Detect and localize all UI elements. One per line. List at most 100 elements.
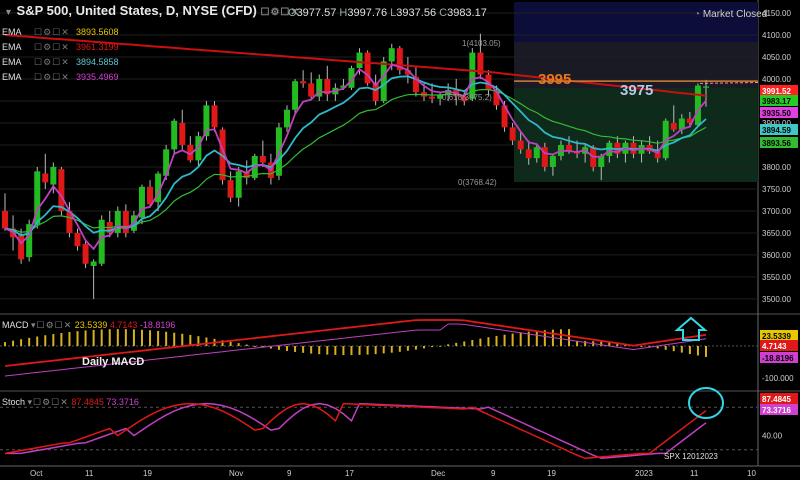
ema-row-1[interactable]: EMA ☐⚙☐✕ 3893.5608	[2, 27, 119, 39]
macd-label[interactable]: MACD ▾☐⚙☐✕ 23.5339 4.7143 -18.8196	[2, 320, 175, 331]
candle-down	[179, 122, 186, 145]
macd-hist-bar	[310, 346, 313, 354]
macd-hist-bar	[374, 346, 377, 355]
macd-hist-bar	[36, 336, 39, 346]
candle-down	[308, 83, 315, 97]
candle-up	[703, 86, 709, 88]
macd-hist-bar	[535, 330, 538, 346]
candle-down	[42, 173, 49, 183]
macd-tag: 4.7143	[762, 342, 787, 351]
macd-hist-bar	[140, 329, 143, 346]
macd-hist-bar	[132, 329, 135, 346]
candle-down	[211, 105, 218, 128]
macd-hist-bar	[447, 344, 450, 346]
macd-tag: -18.8196	[762, 354, 794, 363]
macd-hist-bar	[245, 344, 248, 346]
macd-hist-bar	[4, 342, 6, 346]
candle-down	[2, 210, 8, 229]
candle-up	[284, 109, 291, 128]
macd-hist-bar	[181, 333, 184, 346]
macd-hist-bar	[688, 346, 691, 355]
macd-hist-bar	[390, 346, 393, 353]
ema-row-3[interactable]: EMA ☐⚙☐✕ 3894.5858	[2, 57, 119, 69]
candle-down	[300, 81, 307, 84]
chart-title: ▼ S&P 500, United States, D, NYSE (CFD) …	[4, 3, 300, 18]
y-tick-label: 3750.00	[762, 185, 791, 194]
candle-down	[82, 243, 89, 264]
macd-hist-bar	[108, 329, 111, 346]
candle-up	[380, 61, 387, 101]
ohlc-readout: O3977.57 H3997.76 L3937.56 C3983.17	[288, 7, 487, 19]
price-tag: 3894.59	[762, 126, 791, 135]
macd-hist-bar	[157, 330, 160, 346]
candle-up	[90, 261, 97, 266]
candle-down	[670, 122, 677, 130]
macd-hist-bar	[439, 345, 442, 347]
y-tick-label: 3600.00	[762, 251, 791, 260]
macd-hist-bar	[229, 341, 232, 346]
stoch-controls-icon[interactable]: ▾☐⚙☐✕	[28, 397, 69, 407]
macd-hist-bar	[431, 346, 434, 348]
x-tick-label: 11	[85, 469, 94, 478]
macd-hist-bar	[124, 329, 127, 346]
macd-hist-bar	[52, 334, 55, 346]
ema-row-4[interactable]: EMA ☐⚙☐✕ 3935.4969	[2, 72, 119, 84]
macd-annotation: Daily MACD	[82, 356, 145, 368]
level-label-3975: 3975	[620, 82, 653, 99]
candle-down	[517, 140, 524, 150]
stoch-label[interactable]: Stoch ▾☐⚙☐✕ 87.4845 73.3716	[2, 397, 139, 408]
macd-hist-bar	[471, 340, 474, 346]
price-tag: 3935.50	[762, 109, 791, 118]
ema-controls-icon[interactable]: ☐⚙☐✕	[34, 27, 76, 38]
candle-up	[694, 85, 701, 126]
candle-up	[235, 171, 242, 198]
candle-down	[429, 96, 436, 99]
candle-down	[122, 210, 129, 233]
macd-hist-bar	[253, 345, 256, 347]
y-tick-label: 4000.00	[762, 75, 791, 84]
macd-hist-bar	[68, 332, 71, 346]
price-tag: 3983.17	[762, 97, 791, 106]
macd-hist-bar	[60, 332, 63, 346]
macd-tick: -100.000	[762, 374, 794, 383]
macd-hist-bar	[350, 346, 353, 356]
symbol-title: S&P 500, United States, D, NYSE (CFD)	[16, 3, 257, 18]
candlestick-chart: 4150.004100.004050.004000.003950.003900.…	[0, 0, 800, 478]
macd-hist-bar	[326, 346, 329, 355]
macd-hist-bar	[455, 342, 458, 346]
x-tick-label: 9	[287, 469, 292, 478]
ema-controls-icon[interactable]: ☐⚙☐✕	[34, 72, 76, 83]
dropdown-icon[interactable]: ▼	[4, 7, 13, 17]
macd-hist-bar	[487, 337, 490, 346]
candle-down	[227, 180, 234, 198]
macd-hist-bar	[406, 346, 409, 351]
ema-controls-icon[interactable]: ☐⚙☐✕	[34, 42, 76, 53]
ema-controls-icon[interactable]: ☐⚙☐✕	[34, 57, 76, 68]
candle-up	[171, 120, 178, 150]
x-tick-label: Nov	[229, 469, 243, 478]
macd-hist-bar	[116, 329, 119, 346]
candle-down	[525, 149, 532, 159]
macd-hist-bar	[294, 346, 297, 352]
market-status: ◔ Market Closed	[694, 9, 768, 20]
macd-controls-icon[interactable]: ▾☐⚙☐✕	[31, 320, 72, 330]
macd-hist-bar	[92, 329, 95, 346]
macd-hist-bar	[696, 346, 699, 356]
ema-row-2[interactable]: EMA ☐⚙☐✕ 3961.3199	[2, 42, 119, 54]
macd-hist-bar	[568, 329, 571, 346]
x-tick-label: Dec	[431, 469, 445, 478]
macd-hist-bar	[84, 330, 87, 346]
macd-hist-bar	[422, 346, 425, 349]
stoch-tick: 40.00	[762, 432, 783, 441]
macd-hist-bar	[334, 346, 337, 355]
macd-hist-bar	[237, 343, 240, 346]
macd-hist-bar	[463, 341, 466, 346]
macd-hist-bar	[318, 346, 321, 355]
macd-hist-bar	[503, 334, 506, 346]
x-tick-label: Oct	[30, 469, 43, 478]
x-tick-label: 17	[345, 469, 354, 478]
macd-hist-bar	[559, 329, 562, 346]
y-tick-label: 3700.00	[762, 207, 791, 216]
macd-hist-bar	[100, 329, 103, 346]
candle-up	[533, 147, 540, 159]
